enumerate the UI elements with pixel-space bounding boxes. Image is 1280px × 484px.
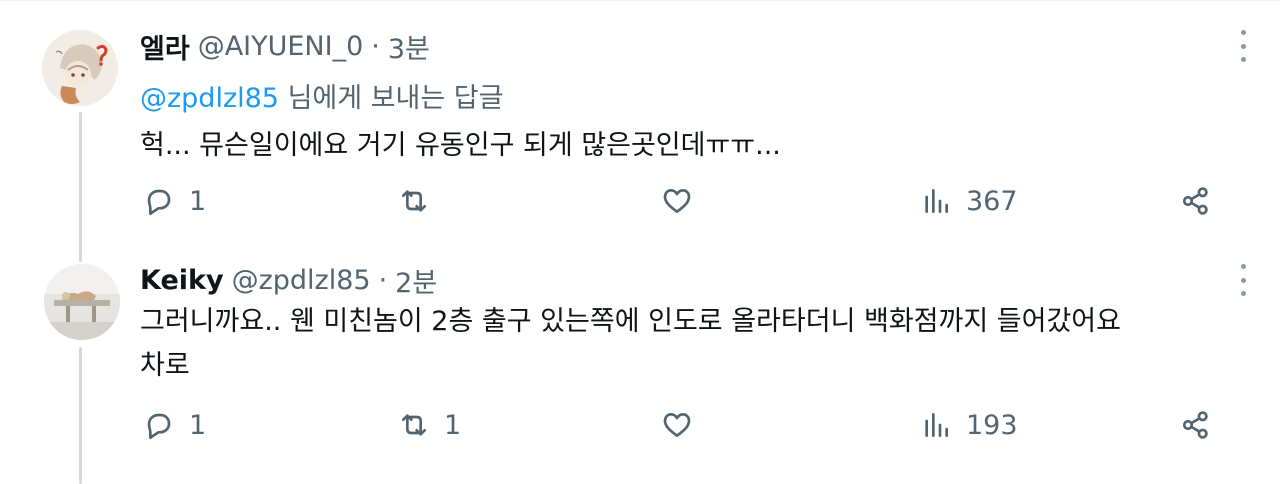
tweet-text: 그러니까요.. 웬 미친놈이 2층 출구 있는쪽에 인도로 올라타더니 백화점까… bbox=[140, 300, 1121, 388]
top-divider bbox=[0, 0, 1280, 1]
user-handle[interactable]: @AIYUENI_0 bbox=[198, 31, 364, 62]
separator: · bbox=[371, 30, 380, 62]
views-count: 193 bbox=[966, 409, 1018, 441]
share-icon bbox=[1182, 411, 1208, 439]
reply-icon bbox=[147, 413, 171, 439]
tweet-text-line: 차로 bbox=[140, 350, 190, 381]
mention-link[interactable]: @zpdlzl85 bbox=[140, 83, 279, 114]
avatar[interactable] bbox=[44, 264, 120, 340]
tweet-actions: 1 367 bbox=[0, 176, 1280, 226]
like-icon bbox=[663, 189, 691, 213]
like-icon bbox=[663, 413, 691, 437]
user-handle[interactable]: @zpdlzl85 bbox=[232, 265, 371, 296]
reply-icon bbox=[147, 189, 171, 215]
views-count: 367 bbox=[966, 185, 1018, 217]
views-button[interactable]: 367 bbox=[920, 176, 1018, 226]
timestamp[interactable]: 2분 bbox=[395, 261, 437, 300]
more-icon[interactable] bbox=[1236, 30, 1250, 62]
display-name[interactable]: Keiky bbox=[140, 265, 224, 296]
tweet-actions: 1 1 193 bbox=[0, 400, 1280, 450]
more-icon[interactable] bbox=[1236, 264, 1250, 296]
like-button[interactable] bbox=[661, 400, 707, 450]
tweet-header: 엘라 @AIYUENI_0 · 3분 bbox=[140, 26, 430, 66]
tweet-text: 헉... 뮤슨일이에요 거기 유동인구 되게 많은곳인데ㅠㅠ... bbox=[140, 130, 781, 161]
share-icon bbox=[1182, 187, 1208, 215]
reply-to-label: 님에게 보내는 답글 bbox=[278, 83, 504, 114]
timestamp[interactable]: 3분 bbox=[388, 27, 430, 66]
views-icon bbox=[925, 189, 948, 213]
share-button[interactable] bbox=[1180, 400, 1212, 450]
retweet-icon bbox=[402, 414, 426, 436]
avatar[interactable] bbox=[42, 30, 118, 106]
retweet-count: 1 bbox=[444, 409, 462, 441]
reply-button[interactable]: 1 bbox=[143, 400, 206, 450]
reply-button[interactable]: 1 bbox=[143, 176, 206, 226]
like-button[interactable] bbox=[661, 176, 707, 226]
display-name[interactable]: 엘라 bbox=[140, 27, 190, 66]
reply-count: 1 bbox=[189, 185, 207, 217]
retweet-icon bbox=[402, 190, 426, 212]
views-button[interactable]: 193 bbox=[920, 400, 1018, 450]
retweet-button[interactable]: 1 bbox=[398, 400, 461, 450]
separator: · bbox=[378, 264, 388, 296]
tweet-text-line: 그러니까요.. 웬 미친놈이 2층 출구 있는쪽에 인도로 올라타더니 백화점까… bbox=[140, 306, 1121, 337]
views-icon bbox=[925, 413, 948, 437]
tweet-header: Keiky @zpdlzl85 · 2분 bbox=[140, 260, 437, 300]
reply-to-line: @zpdlzl85 님에게 보내는 답글 bbox=[140, 76, 503, 115]
retweet-button[interactable] bbox=[398, 176, 444, 226]
share-button[interactable] bbox=[1180, 176, 1212, 226]
reply-count: 1 bbox=[189, 409, 207, 441]
